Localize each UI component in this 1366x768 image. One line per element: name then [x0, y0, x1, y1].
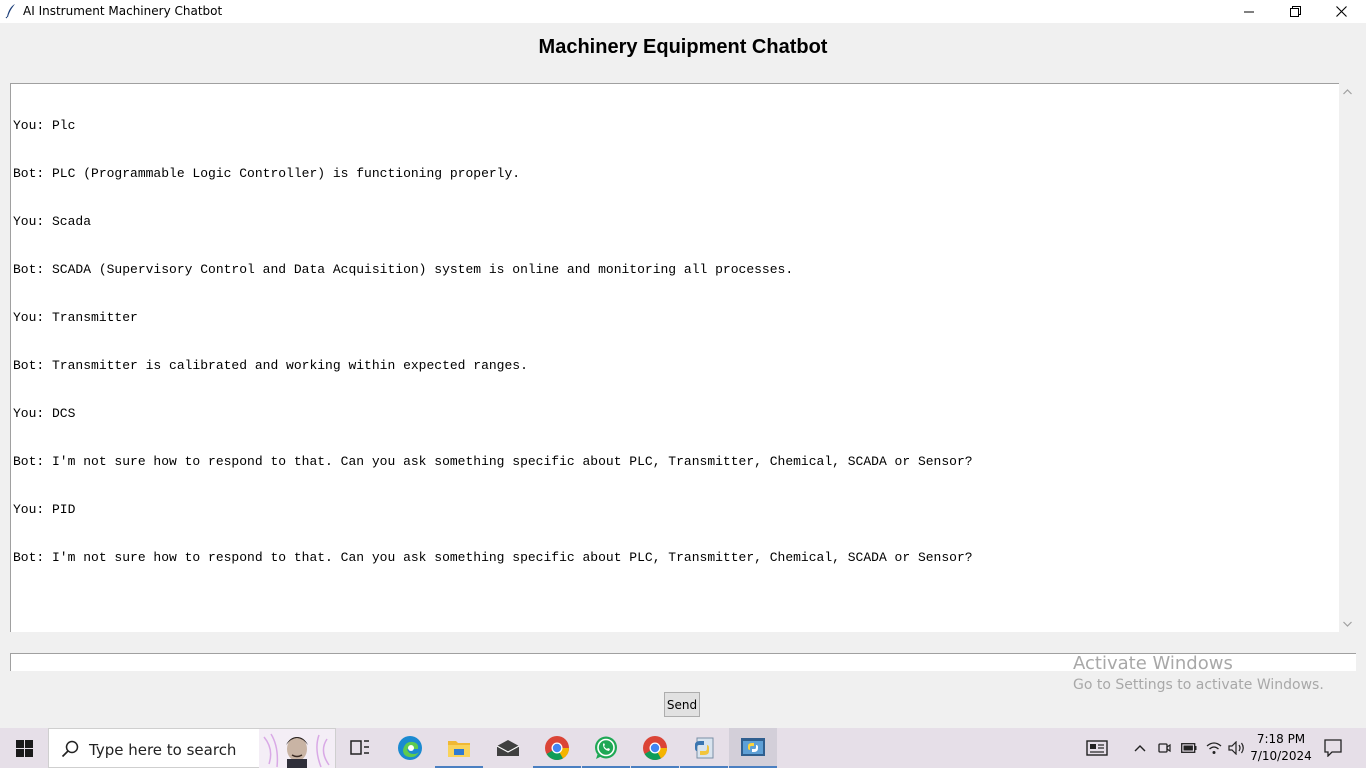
taskbar-search-box[interactable]: Type here to search	[48, 728, 336, 768]
close-icon	[1335, 6, 1347, 17]
battery-button[interactable]	[1180, 728, 1198, 768]
task-view-icon	[350, 740, 369, 755]
show-hidden-icons-button[interactable]	[1132, 728, 1148, 768]
news-widget-button[interactable]	[1082, 728, 1112, 768]
chat-line: You: Scada	[13, 214, 92, 229]
minimize-button[interactable]	[1226, 0, 1272, 23]
activate-windows-title: Activate Windows	[1073, 653, 1233, 674]
notification-icon	[1324, 739, 1342, 757]
wifi-icon	[1206, 742, 1222, 754]
folder-icon	[448, 741, 470, 757]
chevron-up-icon	[1343, 88, 1352, 94]
start-button[interactable]	[0, 728, 48, 768]
restore-icon	[1289, 6, 1301, 17]
chat-line: Bot: SCADA (Supervisory Control and Data…	[13, 262, 794, 277]
chat-line: You: Transmitter	[13, 310, 138, 325]
chat-line: You: DCS	[13, 406, 76, 421]
close-button[interactable]	[1318, 0, 1364, 23]
chat-line: Bot: PLC (Programmable Logic Controller)…	[13, 166, 521, 181]
clock-time: 7:18 PM	[1256, 732, 1306, 746]
chrome-icon	[545, 736, 569, 761]
taskbar: Type here to search 7:18 PM 7/10/2024	[0, 728, 1366, 768]
minimize-icon	[1244, 11, 1254, 12]
chat-line: You: Plc	[13, 118, 76, 133]
chevron-up-icon	[1134, 745, 1146, 752]
battery-icon	[1181, 743, 1197, 753]
whatsapp-icon	[595, 736, 617, 759]
search-highlight-illustration	[259, 729, 335, 768]
windows-logo-icon	[15, 739, 33, 757]
activate-windows-subtitle: Go to Settings to activate Windows.	[1073, 677, 1324, 693]
feather-icon	[5, 3, 17, 19]
chat-transcript[interactable]: You: Plc Bot: PLC (Programmable Logic Co…	[10, 83, 1339, 632]
camera-icon	[1158, 743, 1171, 753]
chrome-button[interactable]	[533, 728, 581, 768]
chat-lines: You: Plc Bot: PLC (Programmable Logic Co…	[13, 86, 973, 598]
scroll-up-button[interactable]	[1339, 83, 1356, 100]
whatsapp-button[interactable]	[582, 728, 630, 768]
chat-line: You: PID	[13, 502, 76, 517]
python-app-icon	[741, 738, 765, 756]
chat-line: Bot: I'm not sure how to respond to that…	[13, 550, 973, 565]
chat-line: Bot: I'm not sure how to respond to that…	[13, 454, 973, 469]
volume-button[interactable]	[1227, 728, 1247, 768]
send-button[interactable]: Send	[664, 692, 700, 717]
search-icon	[61, 740, 79, 758]
chrome-profile-icon	[643, 736, 667, 761]
window-title: AI Instrument Machinery Chatbot	[23, 4, 223, 18]
news-icon	[1086, 740, 1108, 756]
taskbar-clock[interactable]: 7:18 PM 7/10/2024	[1248, 731, 1314, 765]
python-app-button[interactable]	[729, 728, 777, 768]
chrome-profile-button[interactable]	[631, 728, 679, 768]
meet-now-button[interactable]	[1156, 728, 1172, 768]
chevron-down-icon	[1343, 621, 1352, 627]
python-idle-button[interactable]	[680, 728, 728, 768]
task-view-button[interactable]	[336, 728, 384, 768]
edge-icon	[398, 736, 422, 760]
mail-button[interactable]	[484, 728, 532, 768]
chat-scrollbar[interactable]	[1339, 83, 1356, 632]
page-title: Machinery Equipment Chatbot	[538, 36, 828, 58]
wifi-button[interactable]	[1205, 728, 1223, 768]
python-idle-icon	[695, 737, 714, 759]
speaker-icon	[1228, 741, 1244, 755]
chat-line: Bot: Transmitter is calibrated and worki…	[13, 358, 528, 373]
search-placeholder: Type here to search	[89, 741, 237, 759]
restore-button[interactable]	[1272, 0, 1318, 23]
mail-icon	[496, 740, 520, 756]
notifications-button[interactable]	[1320, 728, 1346, 768]
clock-date: 7/10/2024	[1250, 749, 1312, 763]
file-explorer-button[interactable]	[435, 728, 483, 768]
scroll-down-button[interactable]	[1339, 615, 1356, 632]
window-title-bar: AI Instrument Machinery Chatbot	[0, 0, 1366, 23]
edge-button[interactable]	[386, 728, 434, 768]
